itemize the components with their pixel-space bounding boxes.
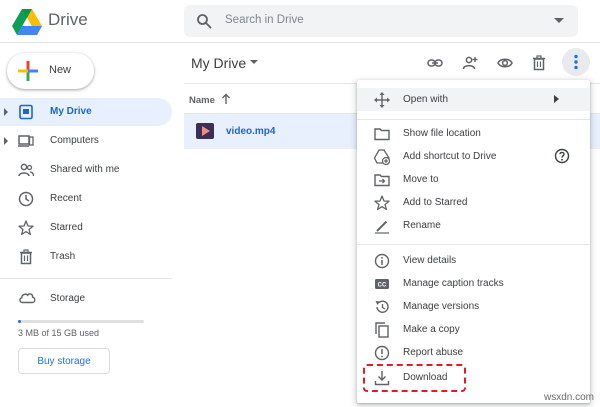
shared-with-me-icon [18,163,34,177]
help-icon[interactable] [554,148,570,164]
sidebar-item-computers[interactable]: Computers [0,127,172,155]
trash-icon[interactable] [527,51,551,75]
download-highlight-box [363,364,466,392]
menu-item-manage-versions[interactable]: Manage versions [357,295,590,318]
submenu-arrow-icon [554,95,559,103]
menu-item-add-shortcut[interactable]: Add shortcut to Drive [357,145,590,168]
watermark: wsxdn.com [543,392,594,403]
get-link-icon[interactable] [423,51,447,75]
trash-icon [20,249,32,265]
sidebar-divider [0,278,172,279]
menu-item-label: View details [403,255,457,266]
captions-icon: CC [375,279,389,289]
menu-item-label: Show file location [403,128,481,139]
expand-arrow-icon[interactable] [4,137,8,145]
copy-icon [375,322,389,338]
open-with-icon [374,92,390,108]
menu-item-label: Manage versions [403,301,480,312]
video-file-icon [196,123,214,139]
search-bar[interactable]: Search in Drive [184,5,578,37]
search-input[interactable]: Search in Drive [225,14,304,26]
sidebar-item-starred[interactable]: Starred [0,214,172,242]
storage-label[interactable]: Storage [50,293,85,304]
menu-item-label: Make a copy [403,324,460,335]
context-menu: Open with Show file location Add shortcu… [357,80,590,403]
sidebar-item-recent[interactable]: Recent [0,185,172,213]
menu-divider [357,244,590,245]
sidebar-item-label: Starred [50,222,83,233]
recent-icon [18,191,34,207]
caret-down-icon[interactable] [250,60,258,64]
menu-item-manage-caption-tracks[interactable]: CC Manage caption tracks [357,272,590,295]
more-actions-button[interactable] [562,48,590,76]
folder-icon [374,128,390,141]
storage-usage-bar [18,320,144,323]
sidebar-item-label: Shared with me [50,164,120,175]
menu-divider [357,119,590,120]
menu-item-add-to-starred[interactable]: Add to Starred [357,191,590,214]
sidebar-item-label: Computers [50,135,99,146]
sidebar-item-label: Trash [50,251,76,262]
sidebar-item-label: Recent [50,193,82,204]
page-title[interactable]: My Drive [191,55,246,71]
caret-down-icon[interactable] [554,18,564,23]
plus-icon [18,61,38,81]
menu-item-label: Report abuse [403,347,464,358]
preview-icon[interactable] [493,51,517,75]
menu-item-label: Add shortcut to Drive [403,151,497,162]
versions-icon [375,300,389,313]
starred-icon [18,220,34,236]
menu-item-move-to[interactable]: Move to [357,168,590,191]
column-header-name[interactable]: Name [189,95,215,106]
sidebar-item-label: My Drive [50,106,92,117]
app-name: Drive [48,10,88,29]
storage-used-text: 3 MB of 15 GB used [18,328,100,338]
my-drive-icon [19,104,33,120]
google-drive-logo[interactable] [12,9,42,35]
report-icon [374,345,390,361]
info-icon [374,253,390,269]
menu-item-view-details[interactable]: View details [357,249,590,272]
menu-item-label: Add to Starred [403,197,468,208]
new-button[interactable]: New [7,53,94,89]
sidebar-item-my-drive[interactable]: My Drive [0,98,172,126]
sidebar-item-shared-with-me[interactable]: Shared with me [0,156,172,184]
rename-icon [375,220,389,234]
search-icon[interactable] [196,13,212,29]
menu-item-show-file-location[interactable]: Show file location [357,122,590,145]
menu-item-rename[interactable]: Rename [357,214,590,237]
move-to-icon [374,174,390,187]
add-shortcut-icon [374,149,390,165]
top-header: Drive Search in Drive [0,0,600,43]
storage-usage-fill [18,320,22,323]
menu-item-report-abuse[interactable]: Report abuse [357,341,590,364]
sort-arrow-up-icon[interactable] [221,93,231,105]
share-icon[interactable] [458,51,482,75]
cloud-icon [19,293,36,304]
sidebar-item-trash[interactable]: Trash [0,243,172,271]
menu-item-label: Manage caption tracks [403,278,504,289]
svg-text:CC: CC [378,283,387,289]
menu-item-make-a-copy[interactable]: Make a copy [357,318,590,341]
buy-storage-button[interactable]: Buy storage [18,348,110,374]
more-vert-icon [574,54,578,70]
menu-item-label: Move to [403,174,439,185]
expand-arrow-icon[interactable] [4,108,8,116]
menu-item-label: Rename [403,220,441,231]
buy-storage-label: Buy storage [37,356,91,367]
star-icon [374,195,390,211]
menu-item-label: Open with [403,94,449,105]
menu-item-open-with[interactable]: Open with [357,88,590,111]
file-name[interactable]: video.mp4 [226,126,275,137]
new-button-label: New [49,64,72,76]
computers-icon [18,135,34,147]
